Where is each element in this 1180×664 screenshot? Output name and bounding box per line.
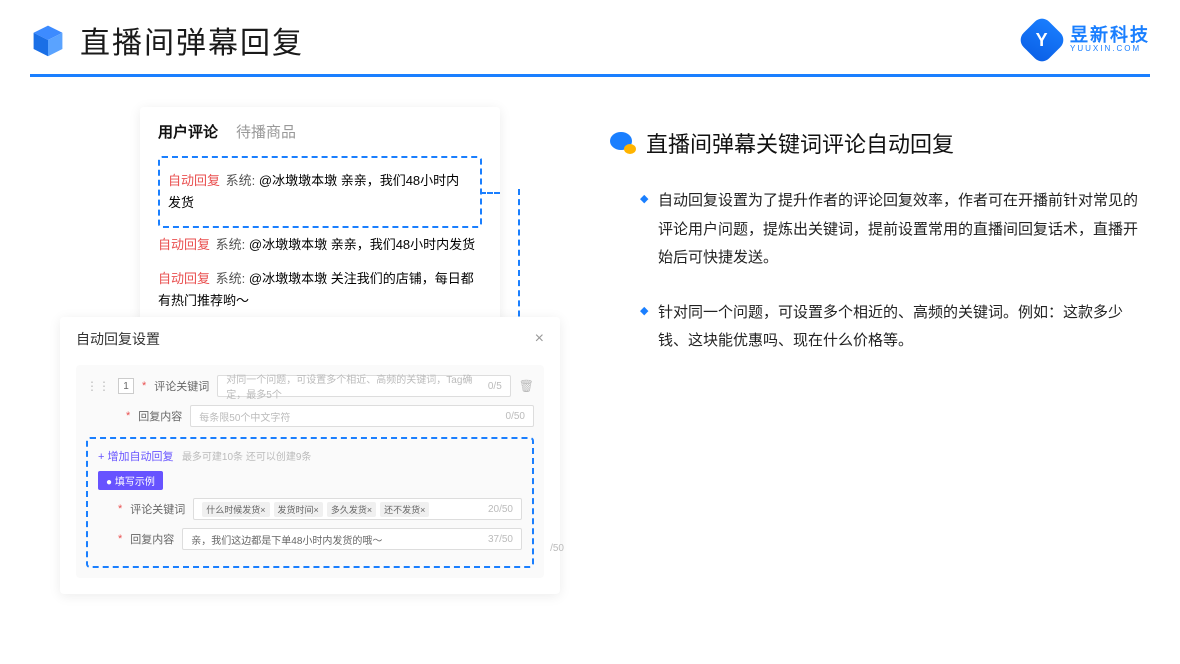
highlighted-comment: 自动回复 系统: @冰墩墩本墩 亲亲，我们48小时内发货 [158, 156, 482, 228]
keyword-tag[interactable]: 发货时间× [274, 502, 323, 517]
settings-title: 自动回复设置 [76, 329, 160, 349]
comment-row: 自动回复 系统: @冰墩墩本墩 亲亲，我们48小时内发货 [168, 164, 472, 220]
auto-reply-tag: 自动回复 [158, 237, 210, 252]
drag-handle-icon[interactable]: ⋮⋮ [86, 379, 110, 393]
row-number: 1 [118, 378, 134, 394]
reply-input[interactable]: 每条限50个中文字符 0/50 [190, 405, 534, 427]
comment-row: 自动回复 系统: @冰墩墩本墩 亲亲，我们48小时内发货 [158, 228, 482, 262]
page-header: 直播间弹幕回复 Y 昱新科技 YUUXIN.COM [0, 0, 1180, 62]
bullet-item: 自动回复设置为了提升作者的评论回复效率，作者可在开播前针对常见的评论用户问题，提… [640, 187, 1150, 273]
auto-reply-settings-card: 自动回复设置 × ⋮⋮ 1 * 评论关键词 对同一个问题，可设置多个相近、高频的… [60, 317, 560, 594]
logo-mark: Y [1017, 15, 1068, 66]
add-auto-reply-link[interactable]: + 增加自动回复 [98, 451, 173, 463]
section-title: 直播间弹幕关键词评论自动回复 [646, 127, 954, 159]
settings-body: ⋮⋮ 1 * 评论关键词 对同一个问题，可设置多个相近、高频的关键词，Tag确定… [76, 365, 544, 578]
comment-row: 自动回复 系统: @冰墩墩本墩 关注我们的店铺，每日都有热门推荐哟～ [158, 262, 482, 318]
header-left: 直播间弹幕回复 [30, 18, 304, 62]
bullet-item: 针对同一个问题，可设置多个相近的、高频的关键词。例如：这款多少钱、这块能优惠吗、… [640, 299, 1150, 356]
example-badge: ● 填写示例 [98, 471, 163, 490]
main-content: 用户评论 待播商品 自动回复 系统: @冰墩墩本墩 亲亲，我们48小时内发货 自… [0, 77, 1180, 607]
auto-reply-tag: 自动回复 [168, 173, 220, 188]
outer-counter: /50 [550, 543, 564, 554]
keyword-input[interactable]: 对同一个问题，可设置多个相近、高频的关键词，Tag确定，最多5个 0/5 [217, 375, 510, 397]
settings-header: 自动回复设置 × [76, 329, 544, 349]
page-title: 直播间弹幕回复 [80, 18, 304, 62]
bullet-list: 自动回复设置为了提升作者的评论回复效率，作者可在开播前针对常见的评论用户问题，提… [610, 187, 1150, 356]
section-heading: 直播间弹幕关键词评论自动回复 [610, 127, 1150, 159]
connector-line [480, 192, 500, 194]
reply-label: 回复内容 [138, 408, 182, 424]
delete-icon[interactable]: 🗑 [519, 379, 534, 393]
tab-user-comments[interactable]: 用户评论 [158, 121, 218, 142]
close-icon[interactable]: × [535, 330, 544, 348]
keyword-tag[interactable]: 还不发货× [380, 502, 429, 517]
cube-icon [30, 22, 66, 58]
chat-bubble-icon [610, 132, 636, 154]
brand-logo: Y 昱新科技 YUUXIN.COM [1024, 22, 1150, 58]
add-hint: 最多可建10条 还可以创建9条 [182, 452, 311, 463]
logo-en: YUUXIN.COM [1070, 45, 1150, 53]
logo-cn: 昱新科技 [1070, 26, 1150, 45]
auto-reply-tag: 自动回复 [158, 271, 210, 286]
description-column: 直播间弹幕关键词评论自动回复 自动回复设置为了提升作者的评论回复效率，作者可在开… [610, 107, 1150, 607]
example-keyword-row: * 评论关键词 什么时候发货× 发货时间× 多久发货× 还不发货× 20/50 [98, 498, 522, 520]
screenshot-area: 用户评论 待播商品 自动回复 系统: @冰墩墩本墩 亲亲，我们48小时内发货 自… [60, 107, 580, 607]
example-reply-row: * 回复内容 亲，我们这边都是下单48小时内发货的哦～ 37/50 [98, 528, 522, 550]
example-reply-input[interactable]: 亲，我们这边都是下单48小时内发货的哦～ 37/50 [182, 528, 522, 550]
reply-row: * 回复内容 每条限50个中文字符 0/50 [86, 405, 534, 427]
keyword-tag[interactable]: 多久发货× [327, 502, 376, 517]
comment-tabs: 用户评论 待播商品 [158, 121, 482, 142]
tab-pending-products[interactable]: 待播商品 [236, 121, 296, 142]
example-block: + 增加自动回复 最多可建10条 还可以创建9条 ● 填写示例 * 评论关键词 … [86, 437, 534, 568]
keyword-row: ⋮⋮ 1 * 评论关键词 对同一个问题，可设置多个相近、高频的关键词，Tag确定… [86, 375, 534, 397]
keyword-tag[interactable]: 什么时候发货× [202, 502, 269, 517]
keyword-label: 评论关键词 [154, 378, 209, 394]
example-keyword-input[interactable]: 什么时候发货× 发货时间× 多久发货× 还不发货× 20/50 [193, 498, 522, 520]
